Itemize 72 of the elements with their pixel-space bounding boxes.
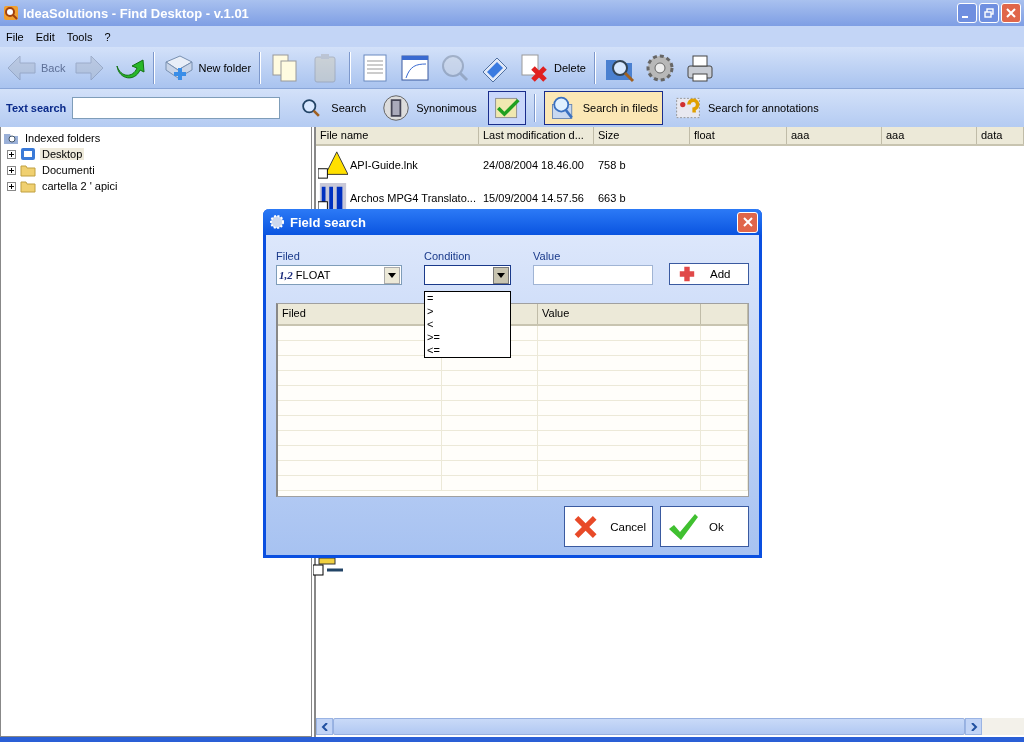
expand-toggle[interactable]: [7, 165, 16, 175]
search-button[interactable]: Search in fileds: [543, 91, 663, 125]
condition-dropdown[interactable]: [424, 265, 511, 285]
tree-item[interactable]: Desktop: [40, 148, 85, 160]
text-search-label: Text search: [6, 102, 67, 114]
condition-option[interactable]: <=: [425, 344, 510, 357]
table-cell-text: 758 b: [597, 158, 627, 171]
condition-option[interactable]: =: [425, 292, 510, 305]
condition-label: Condition: [424, 250, 472, 262]
search-button[interactable]: Search for annotations: [668, 91, 824, 125]
restore-button[interactable]: [979, 3, 999, 23]
table-cell-text: 15/09/2004 14.57.56: [482, 191, 585, 204]
tree-item[interactable]: cartella 2 ' apici: [40, 180, 120, 192]
menu-item[interactable]: Edit: [35, 30, 55, 43]
column-header[interactable]: Last modification d...: [479, 127, 594, 144]
column-header[interactable]: data: [977, 127, 1024, 144]
book-icon: [382, 94, 411, 122]
menu-item[interactable]: Tools: [66, 30, 93, 43]
add-button[interactable]: Add: [669, 263, 749, 285]
close-icon: [1006, 8, 1016, 18]
file-name: API-Guide.lnk: [350, 158, 418, 171]
condition-option[interactable]: >=: [425, 331, 510, 344]
search-button[interactable]: Synonimous: [377, 91, 482, 125]
field-label: Filed: [276, 250, 301, 262]
caret-icon: [497, 272, 505, 278]
toolbar-button[interactable]: New folder: [161, 49, 254, 86]
search-button[interactable]: Search: [292, 91, 372, 125]
horizontal-scrollbar[interactable]: [316, 718, 1024, 735]
table-cell-text: 663 b: [597, 191, 627, 204]
table-cell-text: 24/08/2004 18.46.00: [482, 158, 585, 171]
folder-icon: [20, 162, 36, 178]
close-icon: [742, 217, 753, 227]
condition-option[interactable]: >: [425, 305, 510, 318]
caret-icon: [388, 272, 396, 278]
menu-item[interactable]: ?: [104, 30, 111, 43]
dialog-title: Field search: [290, 214, 367, 230]
cancel-button[interactable]: Cancel: [564, 506, 653, 547]
menu-item[interactable]: File: [6, 30, 24, 43]
close-button[interactable]: [1001, 3, 1021, 23]
field-dropdown[interactable]: 1,2 FLOAT: [276, 265, 402, 285]
gear-icon: [269, 214, 285, 230]
value-label: Value: [533, 250, 562, 262]
desktop-icon: [20, 146, 36, 162]
tree-item[interactable]: Documenti: [40, 164, 97, 176]
app-icon: [3, 5, 19, 21]
minimize-icon: [962, 16, 968, 18]
column-header[interactable]: aaa: [882, 127, 977, 144]
text-search-field[interactable]: [72, 97, 281, 119]
toolbar-button[interactable]: Delete: [517, 49, 588, 86]
expand-toggle[interactable]: [7, 149, 16, 159]
ok-button[interactable]: Ok: [660, 506, 749, 547]
column-header[interactable]: Value: [542, 307, 570, 319]
condition-option[interactable]: <: [425, 318, 510, 331]
warning-icon: [318, 149, 348, 180]
window-title: IdeaSolutions - Find Desktop - v.1.01: [23, 5, 250, 21]
file-name: Archos MPG4 Translato...: [350, 191, 476, 204]
value-field[interactable]: [533, 265, 653, 285]
column-header[interactable]: Size: [594, 127, 690, 144]
column-header[interactable]: aaa: [787, 127, 882, 144]
folder-icon: [20, 178, 36, 194]
tree-root[interactable]: Indexed folders: [23, 132, 103, 144]
expand-toggle[interactable]: [7, 181, 16, 191]
plus-icon: [678, 265, 696, 283]
search-button[interactable]: [487, 91, 526, 125]
column-header[interactable]: Filed: [282, 307, 306, 319]
column-header[interactable]: float: [690, 127, 787, 144]
scroll-right-icon: [969, 722, 978, 731]
column-header[interactable]: File name: [316, 127, 479, 144]
restore-icon: [984, 8, 994, 18]
scroll-left-icon: [320, 722, 329, 731]
minimize-button[interactable]: [957, 3, 977, 23]
close-button[interactable]: [737, 211, 758, 233]
